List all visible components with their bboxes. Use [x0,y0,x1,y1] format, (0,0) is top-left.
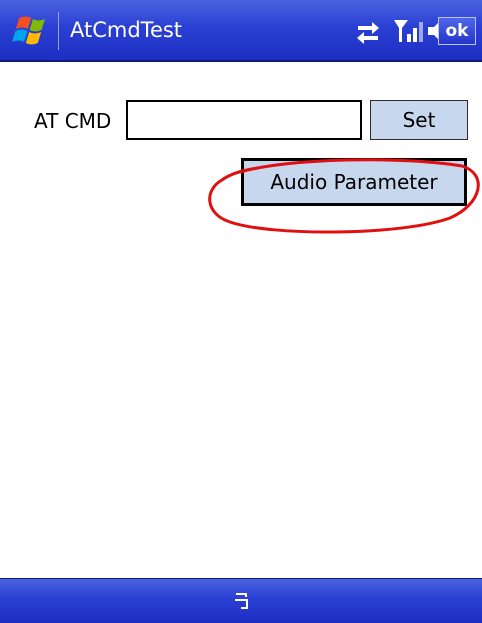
app-title: AtCmdTest [70,18,183,42]
title-divider [58,12,59,50]
title-bar: AtCmdTest ok [0,0,482,62]
audio-parameter-button[interactable]: Audio Parameter [241,158,467,206]
signal-icon[interactable] [392,14,428,48]
at-cmd-input[interactable] [126,100,362,140]
menu-bar [0,578,482,623]
windows-flag-icon[interactable] [8,14,50,48]
at-cmd-label: AT CMD [34,109,112,133]
keyboard-icon[interactable] [230,589,254,613]
sync-icon[interactable] [352,14,384,48]
set-button[interactable]: Set [370,100,468,140]
ok-button[interactable]: ok [438,17,476,45]
